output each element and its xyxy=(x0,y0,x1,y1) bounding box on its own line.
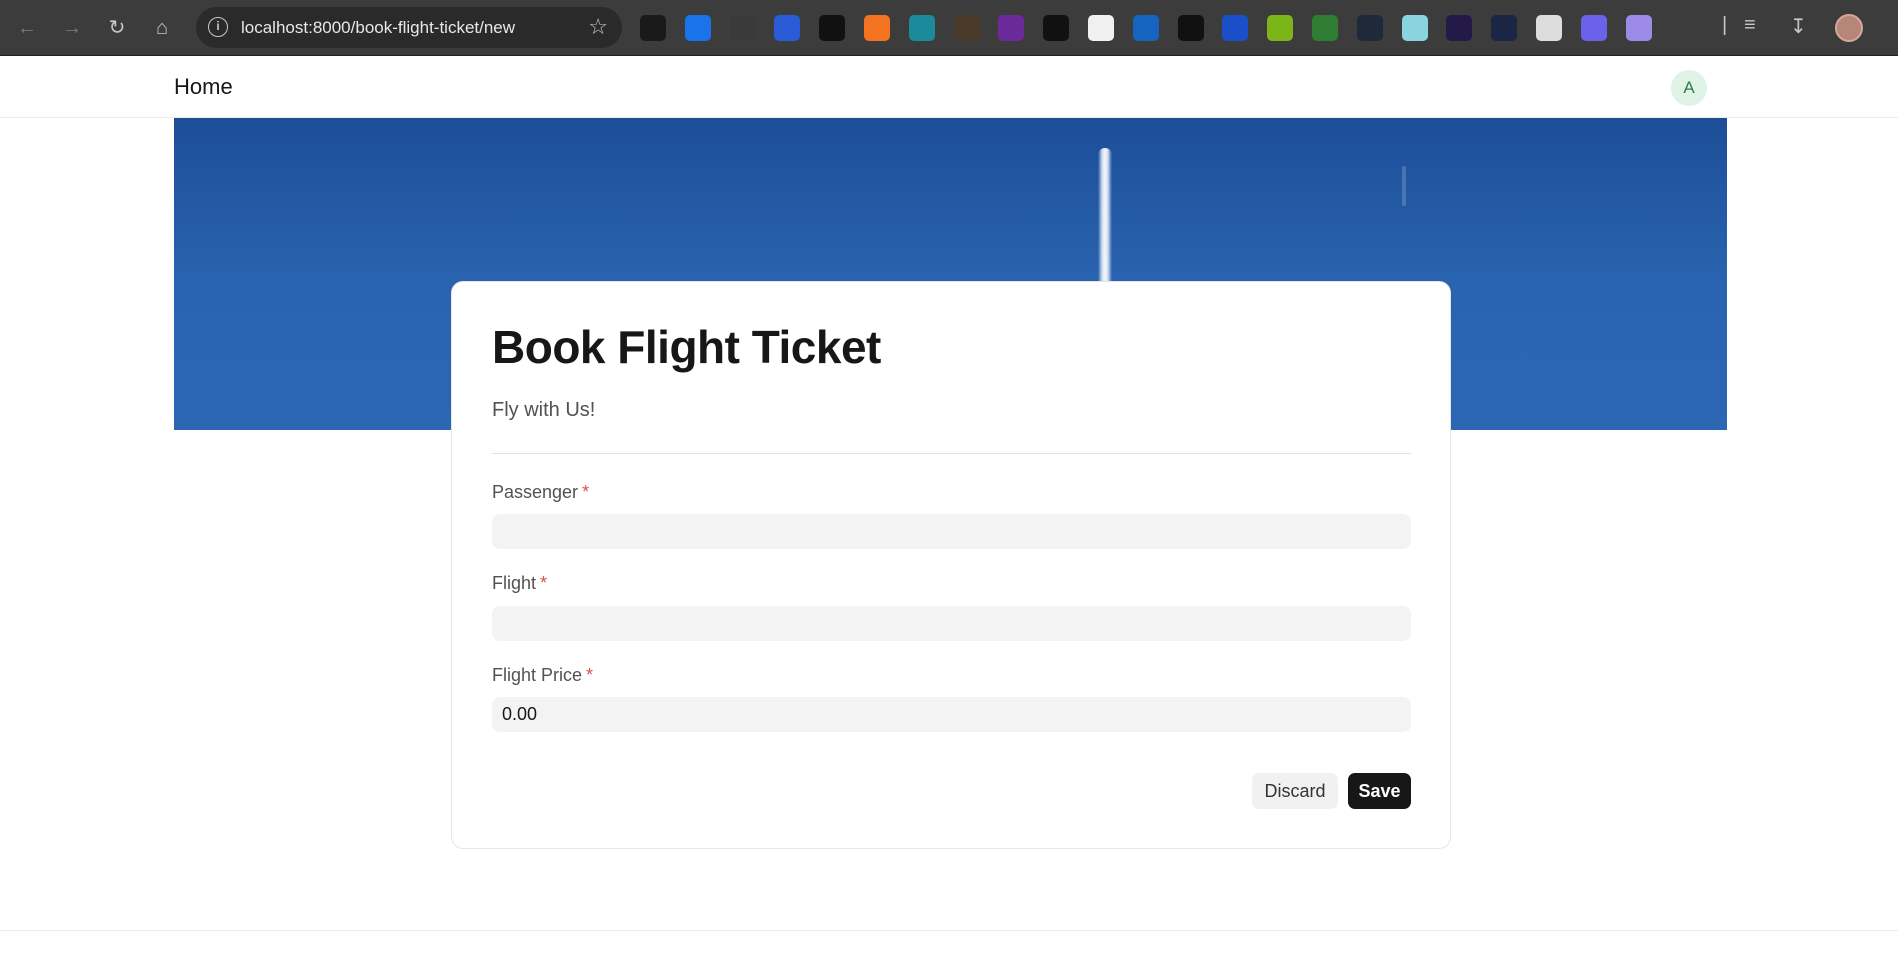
grid-dots-extension-icon[interactable] xyxy=(640,15,666,41)
bookmark-star-icon[interactable]: ☆ xyxy=(588,14,608,40)
tab-search-divider: | xyxy=(1722,14,1728,36)
flight-label-text: Flight xyxy=(492,573,537,593)
hash-extension-icon[interactable] xyxy=(1491,15,1518,41)
booking-form-card: Book Flight Ticket Fly with Us! Passenge… xyxy=(451,281,1451,849)
footer-divider xyxy=(0,930,1898,931)
arrows-extension-icon[interactable] xyxy=(1580,15,1607,41)
home-link[interactable]: Home xyxy=(174,74,233,100)
pencil-extension-icon[interactable] xyxy=(1535,15,1562,41)
slash-circle-extension-icon[interactable] xyxy=(1087,15,1114,41)
puzzle-extension-icon[interactable] xyxy=(1670,15,1697,41)
diamond-extension-icon[interactable] xyxy=(1311,15,1338,41)
reload-icon[interactable]: ↻ xyxy=(101,12,133,44)
flight-price-label-text: Flight Price xyxy=(492,665,583,685)
wave-extension-icon[interactable] xyxy=(774,15,801,41)
required-asterisk: * xyxy=(586,665,594,685)
p-logo-extension-icon[interactable] xyxy=(819,15,846,41)
page-title: Book Flight Ticket xyxy=(492,321,881,373)
flight-price-label: Flight Price * xyxy=(492,665,593,686)
discard-button[interactable]: Discard xyxy=(1252,773,1338,809)
flight-label: Flight * xyxy=(492,573,547,594)
profile-avatar-icon[interactable] xyxy=(1835,14,1863,42)
download-icon[interactable]: ↧ xyxy=(1790,14,1807,39)
reading-list-icon[interactable]: ≡ xyxy=(1744,14,1756,37)
stack-extension-icon[interactable] xyxy=(1401,15,1428,41)
app-navbar: Home A xyxy=(0,56,1898,118)
snowflake-extension-icon[interactable] xyxy=(1222,15,1249,41)
passenger-label: Passenger * xyxy=(492,482,589,503)
back-arrow-icon[interactable]: ← xyxy=(11,12,43,44)
lines-extension-icon[interactable] xyxy=(1177,15,1204,41)
flight-input[interactable] xyxy=(492,606,1411,641)
camera-extension-icon[interactable] xyxy=(863,15,890,41)
url-text[interactable]: localhost:8000/book-flight-ticket/new xyxy=(241,18,515,38)
required-asterisk: * xyxy=(540,573,548,593)
address-bar[interactable]: i localhost:8000/book-flight-ticket/new … xyxy=(196,7,622,48)
flight-price-input[interactable] xyxy=(492,697,1411,732)
dot-extension-icon[interactable] xyxy=(1356,15,1383,41)
required-asterisk: * xyxy=(582,482,590,502)
purple-orb-extension-icon[interactable] xyxy=(1446,15,1473,41)
pixel-extension-icon[interactable] xyxy=(998,15,1025,41)
home-icon[interactable]: ⌂ xyxy=(146,12,178,44)
browser-toolbar: ← → ↻ ⌂ i localhost:8000/book-flight-tic… xyxy=(0,0,1898,56)
passenger-input[interactable] xyxy=(492,514,1411,549)
page-subtitle: Fly with Us! xyxy=(492,399,596,421)
user-avatar[interactable]: A xyxy=(1671,70,1707,106)
shield-extension-icon[interactable] xyxy=(684,15,711,41)
forward-arrow-icon[interactable]: → xyxy=(56,12,88,44)
save-button[interactable]: Save xyxy=(1348,773,1411,809)
sky-streak xyxy=(1402,166,1406,206)
n-script-extension-icon[interactable] xyxy=(953,15,980,41)
dice-extension-icon[interactable] xyxy=(729,15,756,41)
passenger-label-text: Passenger xyxy=(492,482,579,502)
green-circle-extension-icon[interactable] xyxy=(1267,15,1294,41)
divider xyxy=(492,453,1411,454)
site-info-icon[interactable]: i xyxy=(208,17,228,37)
ghost-extension-icon[interactable] xyxy=(1625,15,1652,41)
extensions-bar xyxy=(640,14,1715,42)
s-badge-extension-icon[interactable] xyxy=(1132,15,1159,41)
a-letter-extension-icon[interactable] xyxy=(1043,15,1070,41)
ocean-extension-icon[interactable] xyxy=(908,15,935,41)
